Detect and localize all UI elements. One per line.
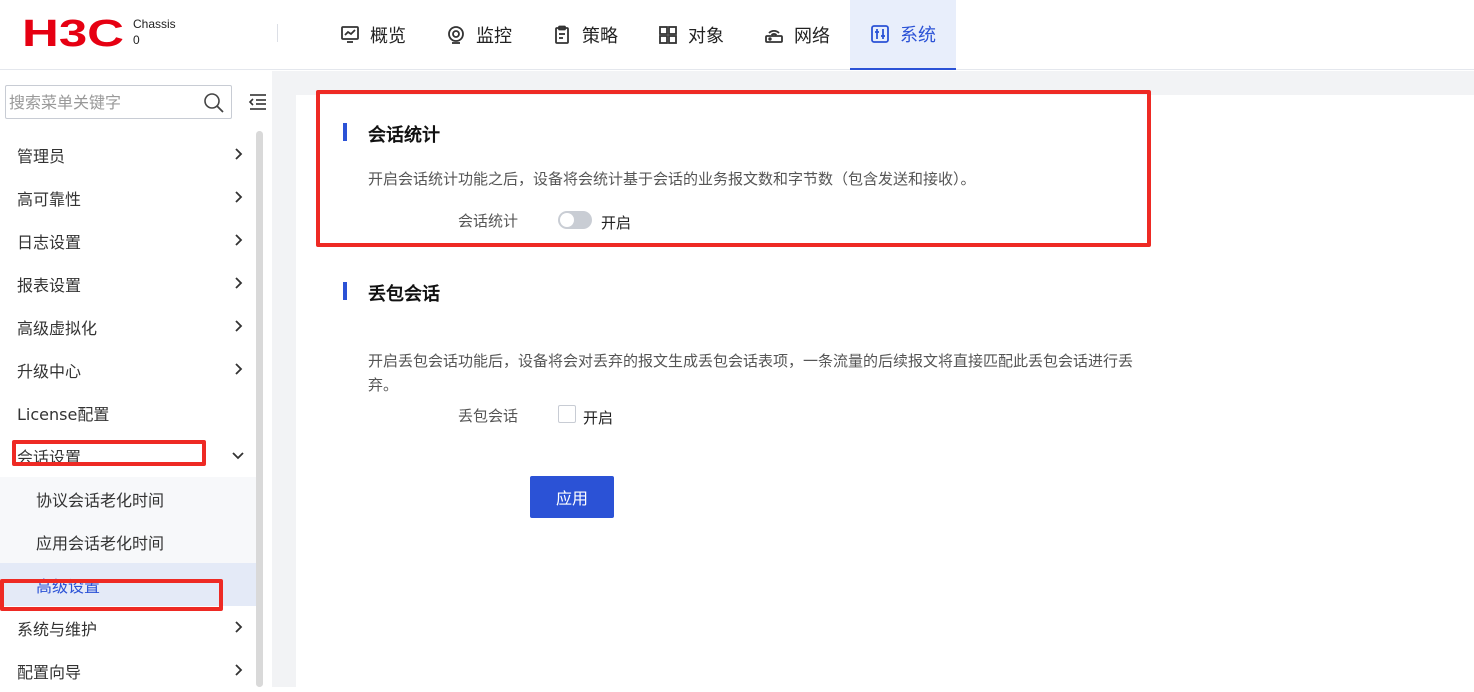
drop-session-option-label: 开启 [583, 409, 614, 427]
nav-system[interactable]: 系统 [850, 0, 956, 70]
sidebar-item-label: License配置 [17, 404, 110, 424]
sidebar-item-label: 管理员 [17, 146, 66, 166]
drop-session-description: 开启丢包会话功能后，设备将会对丢弃的报文生成丢包会话表项，一条流量的后续报文将直… [368, 352, 1134, 394]
h3c-logo: H3C [22, 14, 124, 50]
sidebar-item-upgrade[interactable]: 升级中心 [0, 348, 256, 391]
highlight-box-advanced-settings [0, 579, 223, 611]
sidebar-item-label: 协议会话老化时间 [36, 490, 165, 510]
device-slot: 0 [133, 33, 140, 47]
sidebar-item-ha[interactable]: 高可靠性 [0, 176, 256, 219]
nav-policy-label: 策略 [582, 26, 618, 47]
drop-session-title: 丢包会话 [368, 284, 440, 305]
chevron-right-icon [235, 320, 243, 332]
location-pin-icon [448, 26, 464, 44]
sidebar-item-log[interactable]: 日志设置 [0, 219, 256, 262]
sidebar-item-label: 报表设置 [17, 275, 82, 295]
nav-overview[interactable]: 概览 [320, 0, 426, 70]
nav-network-label: 网络 [794, 26, 830, 47]
sidebar-item-license[interactable]: License配置 [0, 391, 256, 434]
apply-button[interactable]: 应用 [530, 476, 614, 518]
grid-icon [659, 26, 677, 44]
sidebar-item-label: 日志设置 [17, 232, 82, 252]
nav-network[interactable]: 网络 [744, 0, 850, 70]
nav-overview-label: 概览 [370, 26, 406, 47]
chevron-right-icon [235, 277, 243, 289]
device-info: Chassis 0 [133, 16, 176, 48]
system-settings-icon [871, 25, 889, 43]
menu-search-input[interactable] [9, 89, 199, 115]
drop-session-field-label: 丢包会话 [458, 407, 519, 425]
sidebar-item-config-wizard[interactable]: 配置向导 [0, 649, 256, 692]
chevron-right-icon [235, 191, 243, 203]
nav-object-label: 对象 [688, 26, 724, 47]
sidebar-item-report[interactable]: 报表设置 [0, 262, 256, 305]
chevron-right-icon [235, 664, 243, 676]
sidebar-item-label: 高可靠性 [17, 189, 82, 209]
sidebar-item-label: 系统与维护 [17, 619, 98, 639]
nav-object[interactable]: 对象 [638, 0, 744, 70]
main-nav: 概览 监控 策略 对象 网络 系统 [320, 0, 956, 70]
top-header: H3C Chassis 0 概览 监控 策略 对象 网络 系统 [0, 0, 1474, 70]
section-marker [343, 282, 347, 300]
chevron-right-icon [235, 148, 243, 160]
sidebar-subitem-app-aging[interactable]: 应用会话老化时间 [0, 520, 256, 563]
clipboard-icon [555, 25, 569, 44]
highlight-box-session-stats [316, 90, 1151, 247]
sidebar-item-label: 应用会话老化时间 [36, 533, 165, 553]
nav-monitor-label: 监控 [476, 26, 512, 47]
search-icon[interactable] [203, 92, 225, 114]
nav-monitor[interactable]: 监控 [426, 0, 532, 70]
sidebar-item-virtualization[interactable]: 高级虚拟化 [0, 305, 256, 348]
device-name: Chassis [133, 17, 176, 31]
monitor-chart-icon [341, 26, 359, 43]
sidebar-item-admin[interactable]: 管理员 [0, 133, 256, 176]
collapse-sidebar-icon[interactable] [248, 93, 268, 111]
sidebar-item-system-maintenance[interactable]: 系统与维护 [0, 606, 256, 649]
sidebar-item-label: 升级中心 [17, 361, 82, 381]
chevron-right-icon [235, 621, 243, 633]
chevron-down-icon [232, 452, 244, 460]
nav-policy[interactable]: 策略 [532, 0, 638, 70]
nav-system-label: 系统 [900, 25, 936, 46]
router-icon [765, 30, 783, 43]
chevron-right-icon [235, 234, 243, 246]
menu-search [5, 85, 232, 119]
sidebar-scrollbar-thumb[interactable] [256, 131, 263, 687]
sidebar-item-label: 配置向导 [17, 662, 82, 682]
sidebar-subitem-protocol-aging[interactable]: 协议会话老化时间 [0, 477, 256, 520]
drop-session-checkbox[interactable] [558, 405, 576, 423]
header-divider [277, 24, 278, 42]
highlight-box-session-settings [12, 440, 206, 466]
chevron-right-icon [235, 363, 243, 375]
svg-text:H3C: H3C [22, 14, 124, 50]
sidebar-item-label: 高级虚拟化 [17, 318, 98, 338]
